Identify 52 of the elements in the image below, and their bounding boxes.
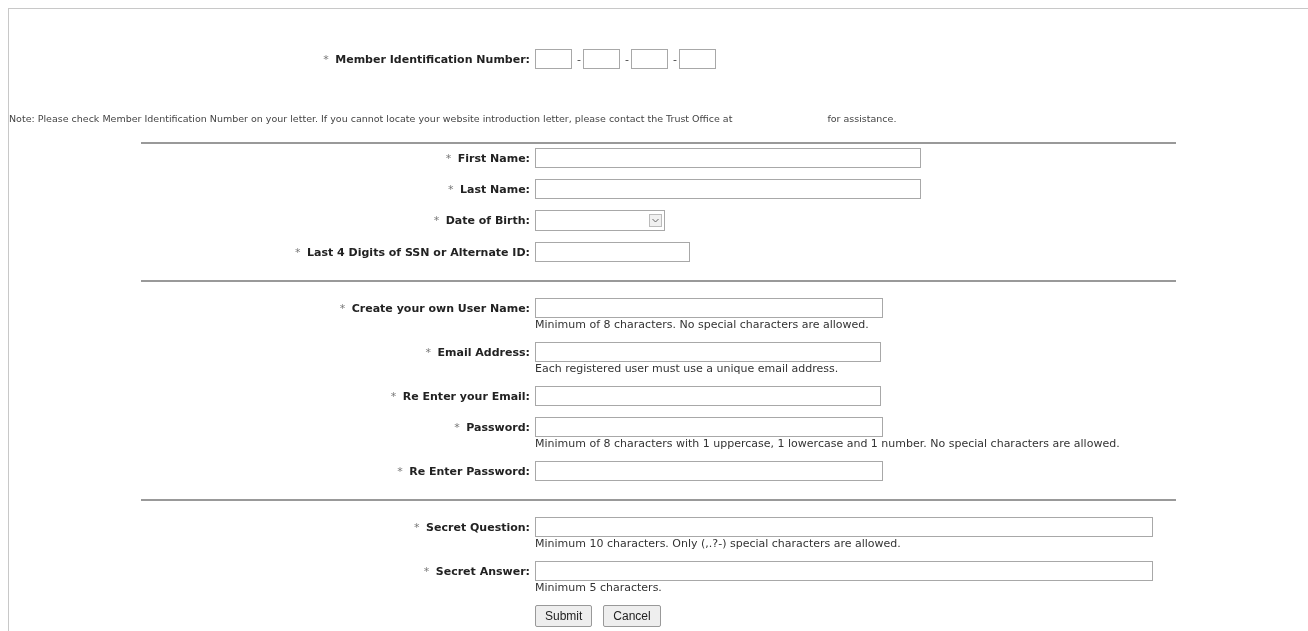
text-field[interactable] xyxy=(535,561,1153,581)
text-field[interactable] xyxy=(535,386,881,406)
hint-text: Each registered user must use a unique email address. xyxy=(535,362,839,375)
required-asterisk: * xyxy=(323,52,329,66)
required-asterisk: * xyxy=(445,151,452,165)
field-label: Secret Question: xyxy=(426,521,530,534)
id-part-field[interactable] xyxy=(535,49,572,69)
password-field[interactable] xyxy=(535,461,883,481)
field-label: Last 4 Digits of SSN or Alternate ID: xyxy=(307,245,530,259)
field-label: Re Enter your Email: xyxy=(402,389,530,403)
cancel-button[interactable]: Cancel xyxy=(603,605,661,627)
required-asterisk: * xyxy=(295,245,301,259)
dash-separator: - xyxy=(577,52,581,66)
required-asterisk: * xyxy=(433,214,440,227)
submit-button[interactable]: Submit xyxy=(535,605,593,627)
field-label: Date of Birth: xyxy=(445,214,530,227)
text-field[interactable] xyxy=(535,517,1153,537)
field-label: Re Enter Password: xyxy=(409,464,530,478)
required-asterisk: * xyxy=(414,521,420,534)
text-field[interactable] xyxy=(535,179,921,199)
required-asterisk: * xyxy=(397,464,403,478)
field-label: First Name: xyxy=(457,151,530,165)
field-label: Secret Answer: xyxy=(435,565,530,578)
required-asterisk: * xyxy=(423,565,430,578)
required-asterisk: * xyxy=(447,182,454,196)
required-asterisk: * xyxy=(425,346,432,359)
field-label: Email Address: xyxy=(437,346,530,359)
hint-text: Minimum of 8 characters. No special characters are allowed. xyxy=(535,318,869,331)
field-label: Member Identification Number: xyxy=(335,52,530,66)
field-label: Password: xyxy=(466,421,530,434)
id-part-field[interactable] xyxy=(583,49,620,69)
hint-text: Minimum 5 characters. xyxy=(535,581,662,594)
required-asterisk: * xyxy=(454,421,460,434)
text-field[interactable] xyxy=(535,242,690,262)
chevron-down-icon xyxy=(649,214,662,227)
dash-separator: - xyxy=(672,52,677,66)
hint-text: Minimum of 8 characters with 1 uppercase, 1 lowercase and 1 number. No special characters are allowed. xyxy=(535,437,1120,450)
text-field[interactable] xyxy=(535,298,883,318)
text-field[interactable] xyxy=(535,148,921,168)
note-text: Note: Please check Member Identification Number on your letter. If you cannot locate your website introduction letter, please contact the Trust Office at xyxy=(9,113,733,124)
note-text: for assistance. xyxy=(827,113,897,124)
hint-text: Minimum 10 characters. Only (,.?-) special characters are allowed. xyxy=(535,537,901,550)
id-part-field[interactable] xyxy=(678,49,716,69)
required-asterisk: * xyxy=(390,389,397,403)
dash-separator: - xyxy=(625,52,629,66)
required-asterisk: * xyxy=(339,302,346,315)
field-label: Last Name: xyxy=(459,182,530,196)
text-field[interactable] xyxy=(535,342,881,362)
password-field[interactable] xyxy=(535,417,883,437)
field-label: Create your own User Name: xyxy=(351,302,530,315)
id-part-field[interactable] xyxy=(630,49,668,69)
date-dropdown[interactable] xyxy=(535,210,665,231)
